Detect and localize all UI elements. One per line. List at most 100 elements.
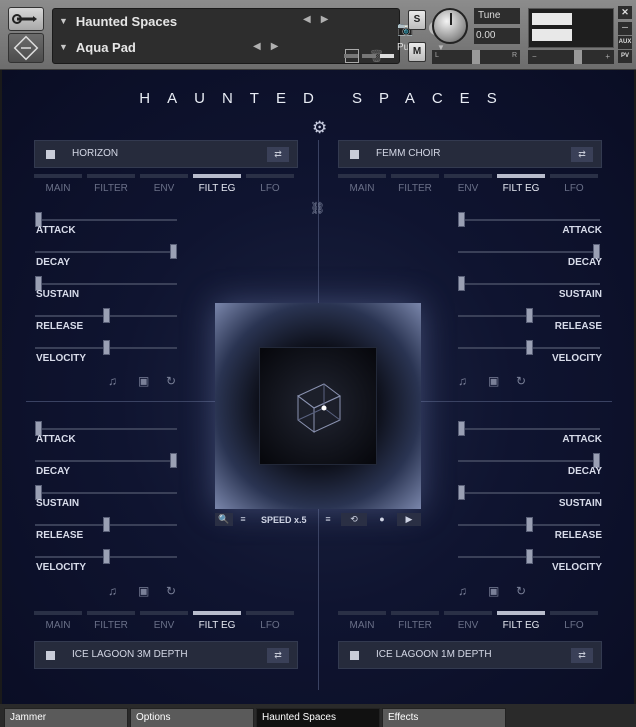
shuffle-icon[interactable]: ⇄ <box>267 147 289 162</box>
pan-thumb[interactable] <box>472 50 480 64</box>
tab-jammer[interactable]: Jammer <box>4 708 128 727</box>
tune-knob[interactable] <box>432 8 468 44</box>
reset-icon[interactable]: ↻ <box>516 374 526 388</box>
tab-filt-eg[interactable]: FILT EG <box>193 611 241 633</box>
record-icon[interactable]: ● <box>369 513 395 526</box>
module-enable-toggle[interactable] <box>350 150 359 159</box>
instrument-name-row[interactable]: ▼ Haunted Spaces <box>59 10 177 32</box>
module-name: ICE LAGOON 1M DEPTH <box>376 649 492 660</box>
magnify-icon[interactable]: 🔍 <box>215 513 233 526</box>
mute-button[interactable]: M <box>408 42 426 62</box>
gear-icon[interactable]: ⚙ <box>312 118 327 138</box>
tab-lfo[interactable]: LFO <box>550 174 598 196</box>
slider-thumb[interactable] <box>103 340 110 355</box>
param-label: ATTACK <box>562 225 602 236</box>
tab-main[interactable]: MAIN <box>338 174 386 196</box>
play-icon[interactable]: ▶ <box>397 513 421 526</box>
param-label: RELEASE <box>554 321 602 332</box>
tab-lfo[interactable]: LFO <box>246 611 294 633</box>
tab-filter[interactable]: FILTER <box>391 174 439 196</box>
slider-thumb[interactable] <box>526 308 533 323</box>
tab-main[interactable]: MAIN <box>34 174 82 196</box>
slider-thumb[interactable] <box>458 212 465 227</box>
tab-options[interactable]: Options <box>130 708 254 727</box>
tab-env[interactable]: ENV <box>444 174 492 196</box>
reset-icon[interactable]: ↻ <box>516 584 526 598</box>
level-meter <box>528 8 614 48</box>
slider-thumb[interactable] <box>458 421 465 436</box>
param-label: ATTACK <box>36 225 76 236</box>
tab-filter[interactable]: FILTER <box>391 611 439 633</box>
xy-pad[interactable] <box>215 303 421 509</box>
slider-thumb[interactable] <box>103 517 110 532</box>
reset-icon[interactable]: ↻ <box>166 584 176 598</box>
tab-lfo[interactable]: LFO <box>550 611 598 633</box>
note-icon[interactable]: ♫ <box>458 374 467 388</box>
slider-thumb[interactable] <box>526 549 533 564</box>
snapshot-nav-arrows[interactable]: ◀▶ <box>253 41 288 52</box>
tab-effects[interactable]: Effects <box>382 708 506 727</box>
reset-icon[interactable]: ↻ <box>166 374 176 388</box>
slider-thumb[interactable] <box>458 276 465 291</box>
square-icon[interactable]: ▣ <box>138 584 149 598</box>
param-label: RELEASE <box>554 530 602 541</box>
solo-button[interactable]: S <box>408 10 426 30</box>
note-icon[interactable]: ♫ <box>458 584 467 598</box>
volume-thumb[interactable] <box>574 50 582 64</box>
slider-thumb[interactable] <box>103 308 110 323</box>
slider-thumb[interactable] <box>458 485 465 500</box>
note-icon[interactable]: ♫ <box>108 584 117 598</box>
tab-haunted-spaces[interactable]: Haunted Spaces <box>256 708 380 727</box>
tab-filt-eg[interactable]: FILT EG <box>193 174 241 196</box>
tune-value[interactable]: 0.00 <box>474 28 520 44</box>
tab-main[interactable]: MAIN <box>34 611 82 633</box>
param-label: VELOCITY <box>36 562 87 573</box>
square-icon[interactable]: ▣ <box>138 374 149 388</box>
shuffle-icon[interactable]: ⇄ <box>571 648 593 663</box>
tab-env[interactable]: ENV <box>140 611 188 633</box>
tab-env[interactable]: ENV <box>140 174 188 196</box>
shuffle-icon[interactable]: ⇄ <box>267 648 289 663</box>
wrench-icon[interactable] <box>8 7 44 31</box>
pan-slider[interactable]: L R <box>432 50 520 64</box>
tab-filt-eg[interactable]: FILT EG <box>497 611 545 633</box>
instrument-nav-arrows[interactable]: ◀▶ <box>303 14 338 25</box>
tab-env[interactable]: ENV <box>444 611 492 633</box>
tab-indicator <box>391 611 439 615</box>
close-button[interactable]: ✕ <box>618 6 632 19</box>
tab-filt-eg[interactable]: FILT EG <box>497 174 545 196</box>
tab-main[interactable]: MAIN <box>338 611 386 633</box>
tab-filter[interactable]: FILTER <box>87 611 135 633</box>
tab-filter[interactable]: FILTER <box>87 174 135 196</box>
slider-thumb[interactable] <box>170 453 177 468</box>
module-enable-toggle[interactable] <box>46 150 55 159</box>
slider-thumb[interactable] <box>526 340 533 355</box>
list-icon[interactable]: ≡ <box>235 513 251 526</box>
module-enable-toggle[interactable] <box>350 651 359 660</box>
tab-label: FILTER <box>398 620 432 631</box>
param-label: SUSTAIN <box>36 498 80 509</box>
link-icon[interactable]: ⛓ <box>310 201 325 215</box>
dropdown-triangle-icon[interactable]: ▼ <box>59 42 68 52</box>
square-icon[interactable]: ▣ <box>488 374 499 388</box>
slider-thumb[interactable] <box>103 549 110 564</box>
pv-button[interactable]: PV <box>618 50 632 63</box>
module-icons: ♫ ▣ ↻ <box>458 584 538 600</box>
minimize-icon[interactable]: — <box>618 22 632 35</box>
square-icon[interactable]: ▣ <box>488 584 499 598</box>
slider-thumb[interactable] <box>526 517 533 532</box>
dropdown-triangle-icon[interactable]: ▼ <box>59 16 68 26</box>
aux-button[interactable]: AUX <box>618 36 632 49</box>
module-enable-toggle[interactable] <box>46 651 55 660</box>
volume-slider[interactable]: − + <box>528 50 614 64</box>
loop-icon[interactable]: ⟲ <box>341 513 367 526</box>
list-icon[interactable]: ≡ <box>321 513 335 526</box>
snapshot-row[interactable]: ▼ Aqua Pad <box>59 36 136 58</box>
tab-lfo[interactable]: LFO <box>246 174 294 196</box>
tab-label: FILTER <box>94 183 128 194</box>
speed-label[interactable]: SPEED x.5 <box>261 512 307 528</box>
note-icon[interactable]: ♫ <box>108 374 117 388</box>
shuffle-icon[interactable]: ⇄ <box>571 147 593 162</box>
slider-thumb[interactable] <box>170 244 177 259</box>
module-name: FEMM CHOIR <box>376 148 441 159</box>
